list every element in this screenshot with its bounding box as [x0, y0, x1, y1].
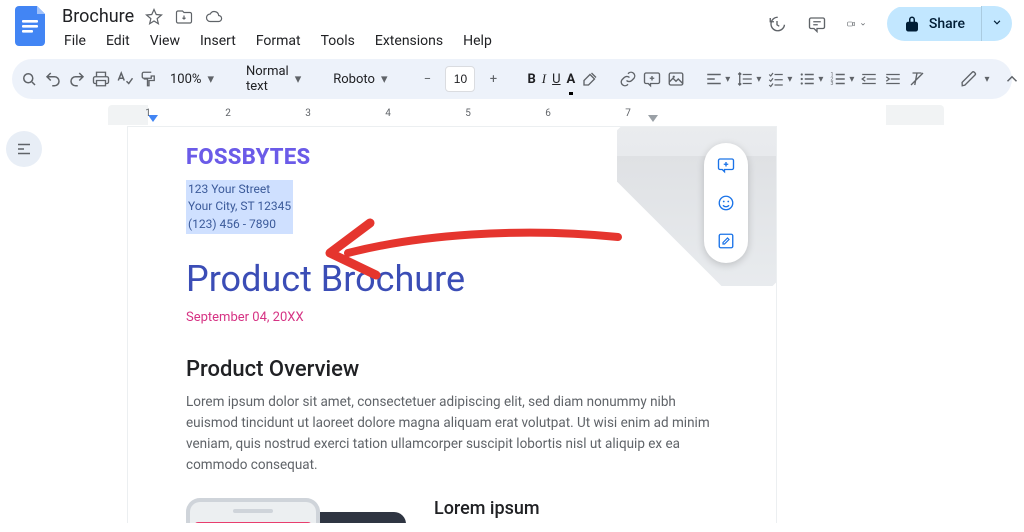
- print-icon[interactable]: [92, 65, 110, 93]
- add-comment-button[interactable]: [710, 149, 742, 181]
- indent-increase-icon[interactable]: [884, 65, 902, 93]
- fontsize-input[interactable]: [445, 66, 475, 92]
- ruler-right-marker[interactable]: [648, 115, 658, 122]
- document-title: Product Brochure: [186, 258, 718, 300]
- menu-tools[interactable]: Tools: [319, 31, 357, 51]
- toolbar: 100%▾ Normal text▾ Roboto▾ − + B I U A ▾…: [12, 59, 1012, 99]
- zoom-dropdown[interactable]: 100%▾: [164, 72, 220, 87]
- numbered-list-icon[interactable]: 123▾: [829, 65, 854, 93]
- menu-bar: File Edit View Insert Format Tools Exten…: [62, 31, 767, 51]
- indent-decrease-icon[interactable]: [860, 65, 878, 93]
- menu-format[interactable]: Format: [254, 31, 303, 51]
- address-line: 123 Your Street: [188, 181, 291, 198]
- bold-button[interactable]: B: [527, 65, 535, 93]
- section-heading: Product Overview: [186, 357, 718, 382]
- fontsize-increase[interactable]: +: [479, 65, 507, 93]
- fontsize-decrease[interactable]: −: [413, 65, 441, 93]
- text-color-button[interactable]: A: [567, 65, 576, 93]
- document-name[interactable]: Brochure: [62, 6, 134, 27]
- document-page[interactable]: FOSSBYTES 123 Your Street Your City, ST …: [128, 127, 776, 523]
- underline-button[interactable]: U: [552, 65, 560, 93]
- line-spacing-icon[interactable]: ▾: [736, 65, 761, 93]
- address-block-selected[interactable]: 123 Your Street Your City, ST 12345 (123…: [186, 180, 293, 234]
- editing-mode-dropdown[interactable]: ▾: [952, 70, 997, 88]
- share-button[interactable]: Share: [887, 7, 981, 41]
- checklist-icon[interactable]: ▾: [767, 65, 792, 93]
- insert-image-icon[interactable]: [667, 65, 685, 93]
- ruler-tick-label: 1: [145, 108, 151, 119]
- ruler-tick-label: 3: [305, 108, 311, 119]
- share-label: Share: [929, 16, 965, 32]
- ruler-tick-label: 5: [465, 108, 471, 119]
- subsection-heading: Lorem ipsum: [434, 498, 718, 519]
- ruler[interactable]: 1 2 3 4 5 6 7: [108, 105, 944, 125]
- phone-illustration: [186, 498, 406, 523]
- ruler-tick-label: 6: [545, 108, 551, 119]
- font-dropdown[interactable]: Roboto▾: [327, 72, 393, 87]
- search-menu-icon[interactable]: [20, 65, 38, 93]
- meet-icon[interactable]: [847, 14, 867, 34]
- document-date: September 04, 20XX: [186, 310, 718, 325]
- address-line: Your City, ST 12345: [188, 198, 291, 215]
- paint-format-icon[interactable]: [140, 65, 158, 93]
- clear-formatting-icon[interactable]: [908, 65, 926, 93]
- menu-help[interactable]: Help: [461, 31, 494, 51]
- cloud-saved-icon[interactable]: [204, 7, 224, 27]
- bulleted-list-icon[interactable]: ▾: [798, 65, 823, 93]
- title-bar: Brochure File Edit View Insert Format To…: [0, 0, 1024, 51]
- ruler-tick-label: 7: [625, 108, 631, 119]
- menu-insert[interactable]: Insert: [198, 31, 238, 51]
- workspace: 1 2 3 4 5 6 7 FOSSBYTES 123 Your Street …: [0, 105, 1024, 523]
- menu-file[interactable]: File: [62, 31, 88, 51]
- share-button-group: Share: [887, 6, 1012, 41]
- selection-actions: [704, 143, 748, 263]
- docs-logo-icon[interactable]: [12, 6, 52, 46]
- svg-text:3: 3: [831, 81, 834, 87]
- address-line: (123) 456 - 7890: [188, 216, 291, 233]
- history-icon[interactable]: [767, 14, 787, 34]
- add-emoji-reaction-button[interactable]: [710, 187, 742, 219]
- ruler-tick-label: 2: [225, 108, 231, 119]
- brand-title: FOSSBYTES: [186, 145, 718, 170]
- insert-link-icon[interactable]: [619, 65, 637, 93]
- show-outline-button[interactable]: [6, 131, 42, 167]
- add-comment-icon[interactable]: [643, 65, 661, 93]
- menu-view[interactable]: View: [148, 31, 182, 51]
- ruler-tick-label: 4: [385, 108, 391, 119]
- hide-menus-icon[interactable]: [1003, 65, 1021, 93]
- menu-extensions[interactable]: Extensions: [373, 31, 445, 51]
- suggest-edits-button[interactable]: [710, 225, 742, 257]
- section-paragraph: Lorem ipsum dolor sit amet, consectetuer…: [186, 392, 718, 476]
- italic-button[interactable]: I: [542, 65, 546, 93]
- align-dropdown[interactable]: ▾: [705, 65, 730, 93]
- highlight-color-button[interactable]: [581, 65, 599, 93]
- redo-icon[interactable]: [68, 65, 86, 93]
- comments-icon[interactable]: [807, 14, 827, 34]
- styles-dropdown[interactable]: Normal text▾: [240, 64, 307, 94]
- share-dropdown[interactable]: [981, 6, 1012, 41]
- undo-icon[interactable]: [44, 65, 62, 93]
- editor[interactable]: 1 2 3 4 5 6 7 FOSSBYTES 123 Your Street …: [48, 105, 1024, 523]
- star-icon[interactable]: [144, 7, 164, 27]
- spellcheck-icon[interactable]: [116, 65, 134, 93]
- menu-edit[interactable]: Edit: [104, 31, 132, 51]
- move-to-folder-icon[interactable]: [174, 7, 194, 27]
